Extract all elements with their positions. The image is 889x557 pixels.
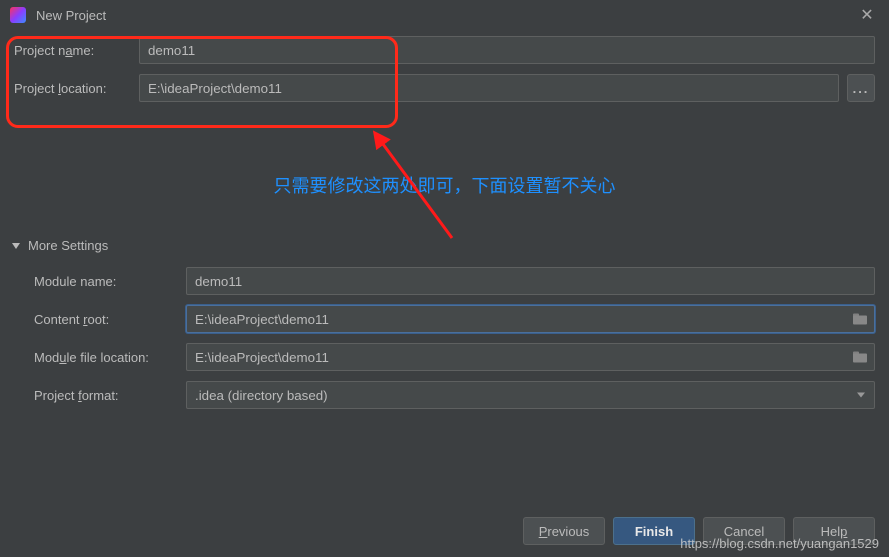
project-location-row: Project location: ...	[14, 74, 875, 102]
project-name-label: Project name:	[14, 43, 139, 58]
chevron-down-icon	[12, 243, 20, 249]
previous-button[interactable]: Previous	[523, 517, 605, 545]
app-icon	[10, 7, 26, 23]
chevron-down-icon	[857, 393, 865, 398]
project-location-label: Project location:	[14, 81, 139, 96]
titlebar: New Project ✕	[0, 0, 889, 30]
project-location-input[interactable]	[139, 74, 839, 102]
watermark: https://blog.csdn.net/yuangan1529	[680, 536, 879, 551]
project-format-label: Project format:	[34, 388, 186, 403]
window-title: New Project	[36, 8, 855, 23]
more-settings-toggle[interactable]: More Settings	[12, 238, 875, 253]
browse-folder-icon[interactable]	[853, 352, 867, 363]
project-name-input[interactable]	[139, 36, 875, 64]
module-file-label: Module file location:	[34, 350, 186, 365]
project-format-value	[186, 381, 875, 409]
browse-location-button[interactable]: ...	[847, 74, 875, 102]
module-name-label: Module name:	[34, 274, 186, 289]
module-name-row: Module name:	[34, 267, 875, 295]
module-file-row: Module file location:	[34, 343, 875, 371]
project-format-select[interactable]	[186, 381, 875, 409]
annotation-hint: 只需要修改这两处即可，下面设置暂不关心	[14, 172, 875, 198]
content-root-input[interactable]	[186, 305, 875, 333]
content-root-row: Content root:	[34, 305, 875, 333]
more-settings-label: More Settings	[28, 238, 108, 253]
browse-folder-icon[interactable]	[853, 314, 867, 325]
module-name-input[interactable]	[186, 267, 875, 295]
project-name-row: Project name:	[14, 36, 875, 64]
close-icon[interactable]: ✕	[855, 5, 879, 25]
module-file-input[interactable]	[186, 343, 875, 371]
content-root-label: Content root:	[34, 312, 186, 327]
project-format-row: Project format:	[34, 381, 875, 409]
